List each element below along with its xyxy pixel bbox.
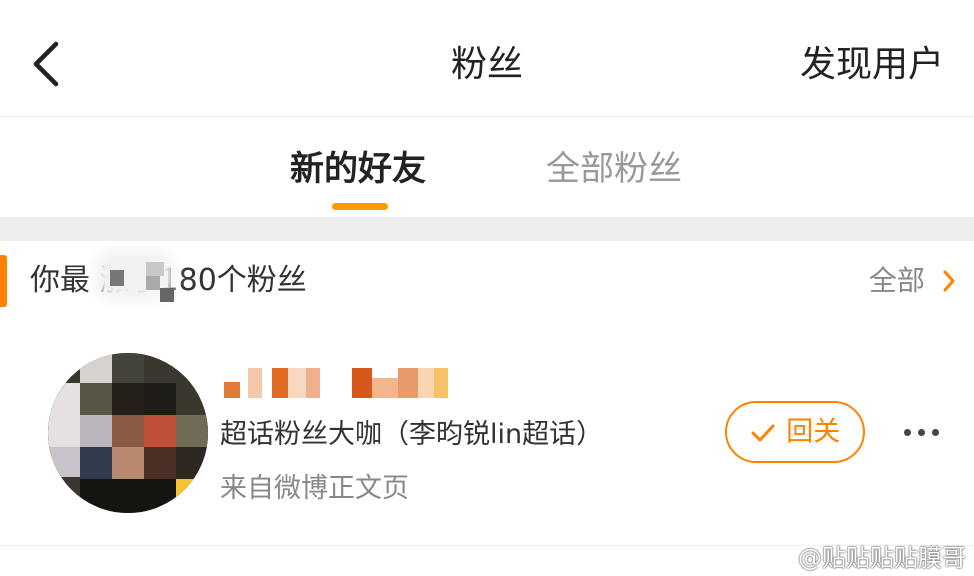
tab-bar: 新的好友 全部粉丝 (0, 117, 974, 217)
watermark: @贴贴贴贴膜哥 (760, 542, 966, 574)
see-all-link[interactable]: 全部 (869, 259, 956, 303)
more-options-button[interactable] (902, 421, 942, 443)
active-tab-indicator (332, 203, 388, 210)
top-nav-bar: 粉丝 发现用户 (0, 0, 974, 117)
fan-list-item[interactable]: 超话粉丝大咖（李昀锐lin超话） 来自微博正文页 回关 (0, 323, 974, 545)
follow-source-text: 来自微博正文页 (220, 473, 409, 504)
watermark-text: @贴贴贴贴膜哥 (798, 544, 966, 572)
check-icon (751, 424, 775, 441)
redacted-username[interactable] (220, 368, 460, 398)
superfan-badge-text: 超话粉丝大咖（李昀锐lin超话） (220, 419, 604, 450)
section-separator (0, 217, 974, 241)
weibo-logo-icon (761, 549, 789, 570)
tab-new-friends[interactable]: 新的好友 (290, 145, 426, 193)
chevron-right-icon (943, 270, 955, 292)
section-accent-bar (0, 255, 7, 307)
see-all-label: 全部 (868, 264, 925, 297)
follow-back-button[interactable]: 回关 (725, 401, 865, 463)
tab-all-fans[interactable]: 全部粉丝 (546, 145, 682, 193)
discover-users-button[interactable]: 发现用户 (800, 40, 944, 90)
follow-back-label: 回关 (786, 416, 841, 448)
avatar[interactable] (48, 353, 208, 513)
